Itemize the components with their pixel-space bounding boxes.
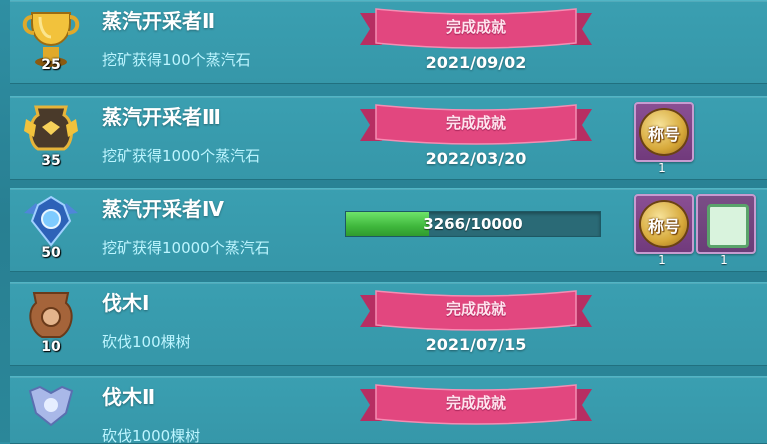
blue-crest-icon: 50 <box>20 195 82 265</box>
badge-level: 10 <box>41 339 61 355</box>
title-medal-icon: 称号 <box>641 110 687 154</box>
complete-ribbon: 完成成就 <box>360 287 592 333</box>
silver-trophy-icon <box>20 383 82 443</box>
gold-trophy-icon: 25 <box>20 7 82 77</box>
complete-label: 完成成就 <box>445 18 506 36</box>
achievement-title: 蒸汽开采者Ⅱ <box>102 9 216 33</box>
achievement-row: 25 蒸汽开采者Ⅱ 挖矿获得100个蒸汽石 完成成就 2021/09/02 <box>10 0 767 84</box>
complete-label: 完成成就 <box>445 300 506 318</box>
complete-label: 完成成就 <box>445 114 506 132</box>
completion-date: 2021/09/02 <box>425 53 527 72</box>
reward-count: 1 <box>658 253 666 267</box>
complete-ribbon: 完成成就 <box>360 381 592 427</box>
achievement-row: 伐木Ⅱ 砍伐1000棵树 完成成就 <box>10 376 767 444</box>
avatar-frame-icon <box>707 204 749 248</box>
achievement-row: 50 蒸汽开采者Ⅳ 挖矿获得10000个蒸汽石 3266/10000 称号 1 … <box>10 188 767 272</box>
reward-count: 1 <box>658 161 666 175</box>
achievement-title: 蒸汽开采者Ⅲ <box>102 105 221 129</box>
achievement-row: 35 蒸汽开采者Ⅲ 挖矿获得1000个蒸汽石 完成成就 2022/03/20 称… <box>10 96 767 180</box>
complete-ribbon: 完成成就 <box>360 5 592 51</box>
achievement-desc: 挖矿获得10000个蒸汽石 <box>102 239 270 257</box>
badge-level: 50 <box>41 245 61 261</box>
bronze-vase-icon: 10 <box>20 289 82 359</box>
reward-label: 称号 <box>647 125 680 144</box>
achievement-title: 伐木Ⅰ <box>102 291 150 315</box>
badge-level: 25 <box>41 57 61 73</box>
achievement-title: 伐木Ⅱ <box>102 385 156 409</box>
reward-title-item[interactable]: 称号 <box>634 194 694 254</box>
title-medal-icon: 称号 <box>641 202 687 246</box>
achievement-desc: 砍伐100棵树 <box>102 333 191 351</box>
badge-level: 35 <box>41 153 61 169</box>
reward-frame-item[interactable] <box>696 194 756 254</box>
complete-ribbon: 完成成就 <box>360 101 592 147</box>
achievement-row: 10 伐木Ⅰ 砍伐100棵树 完成成就 2021/07/15 <box>10 282 767 366</box>
completion-date: 2022/03/20 <box>425 149 527 168</box>
achievement-title: 蒸汽开采者Ⅳ <box>102 197 224 221</box>
progress-text: 3266/10000 <box>423 215 523 233</box>
achievement-desc: 砍伐1000棵树 <box>102 427 201 444</box>
achievement-desc: 挖矿获得1000个蒸汽石 <box>102 147 261 165</box>
gold-vase-icon: 35 <box>20 103 82 173</box>
progress-bar: 3266/10000 <box>345 211 601 237</box>
achievement-desc: 挖矿获得100个蒸汽石 <box>102 51 251 69</box>
complete-label: 完成成就 <box>445 394 506 412</box>
reward-label: 称号 <box>647 217 680 236</box>
reward-title-item[interactable]: 称号 <box>634 102 694 162</box>
reward-count: 1 <box>720 253 728 267</box>
completion-date: 2021/07/15 <box>425 335 527 354</box>
